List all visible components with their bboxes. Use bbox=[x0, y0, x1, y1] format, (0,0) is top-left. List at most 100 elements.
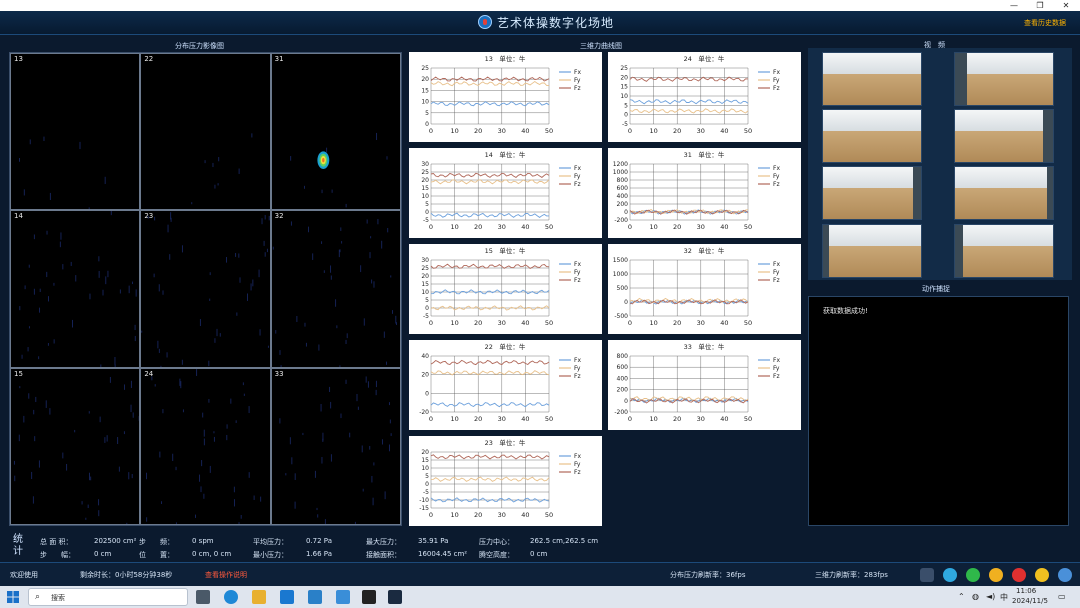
y-tick-label: 1500 bbox=[613, 257, 628, 264]
noise-speck bbox=[329, 401, 331, 409]
y-tick-label: 800 bbox=[617, 177, 629, 184]
noise-speck bbox=[274, 330, 276, 334]
play-icon[interactable] bbox=[966, 568, 980, 582]
noise-speck bbox=[389, 419, 391, 424]
video-thumbnail[interactable] bbox=[954, 109, 1054, 163]
status-bar: 欢迎使用 剩余时长：0小时58分钟38秒 查看操作说明 分布压力刷新率：36fp… bbox=[0, 562, 1080, 586]
noise-speck bbox=[126, 522, 128, 524]
legend-label: Fy bbox=[773, 173, 780, 180]
noise-speck bbox=[251, 133, 253, 138]
noise-speck bbox=[213, 430, 215, 433]
edge-icon[interactable] bbox=[224, 590, 238, 604]
noise-speck bbox=[290, 221, 292, 226]
volume-icon[interactable]: ◄) bbox=[986, 592, 995, 601]
video-thumbnail[interactable] bbox=[954, 52, 1054, 106]
pressure-center-label: 压力中心： bbox=[479, 538, 514, 546]
pressure-cell[interactable]: 33 bbox=[270, 367, 401, 525]
noise-speck bbox=[134, 325, 136, 331]
noise-speck bbox=[88, 472, 90, 480]
gymnastics-app-icon[interactable] bbox=[388, 590, 402, 604]
y-tick-label: 10 bbox=[421, 289, 429, 296]
noise-speck bbox=[294, 472, 296, 480]
video-thumbnail[interactable] bbox=[822, 224, 922, 278]
settings-icon[interactable] bbox=[1058, 568, 1072, 582]
noise-speck bbox=[29, 139, 31, 145]
pressure-cell[interactable]: 23 bbox=[140, 210, 271, 368]
x-tick-label: 0 bbox=[628, 415, 632, 423]
terminal-icon[interactable] bbox=[362, 590, 376, 604]
avg-pressure-value: 0.72 Pa bbox=[306, 537, 333, 545]
noise-speck bbox=[148, 216, 150, 219]
noise-speck bbox=[153, 273, 155, 278]
pressure-cell[interactable]: 14 bbox=[10, 210, 141, 368]
noise-speck bbox=[114, 364, 116, 367]
pressure-cell[interactable]: 32 bbox=[270, 210, 401, 368]
max-pressure-value: 35.91 Pa bbox=[418, 537, 449, 545]
video-thumbnail[interactable] bbox=[954, 166, 1054, 220]
store-icon[interactable] bbox=[280, 590, 294, 604]
task-view-icon[interactable] bbox=[196, 590, 210, 604]
pause-icon[interactable] bbox=[989, 568, 1003, 582]
mail-icon[interactable] bbox=[308, 590, 322, 604]
y-tick-label: 10 bbox=[620, 93, 628, 100]
series-line-fy bbox=[430, 80, 549, 87]
y-tick-label: 0 bbox=[425, 390, 429, 397]
close-button[interactable]: ✕ bbox=[1054, 0, 1078, 11]
stop-icon[interactable] bbox=[1012, 568, 1026, 582]
input-language[interactable]: 中 bbox=[1000, 592, 1008, 603]
noise-speck bbox=[247, 293, 249, 302]
noise-speck bbox=[325, 147, 327, 153]
pressure-cell[interactable]: 13 bbox=[10, 53, 141, 211]
video-thumbnail[interactable] bbox=[822, 166, 922, 220]
pressure-cell[interactable]: 15 bbox=[10, 367, 141, 525]
y-tick-label: 5 bbox=[425, 110, 429, 117]
grid-view-icon[interactable] bbox=[920, 568, 934, 582]
check-icon[interactable] bbox=[943, 568, 957, 582]
noise-speck bbox=[380, 241, 382, 249]
series-line-fy bbox=[430, 476, 550, 482]
info-icon[interactable] bbox=[1035, 568, 1049, 582]
noise-speck bbox=[28, 326, 30, 329]
noise-speck bbox=[375, 132, 377, 141]
video-thumbnail[interactable] bbox=[822, 52, 922, 106]
history-data-link[interactable]: 查看历史数据 bbox=[1024, 18, 1066, 28]
network-icon[interactable]: ◍ bbox=[972, 592, 979, 601]
pressure-cell[interactable]: 22 bbox=[140, 53, 271, 211]
chevron-up-icon[interactable]: ⌃ bbox=[958, 592, 965, 601]
y-tick-label: 10 bbox=[421, 99, 429, 106]
notification-icon[interactable]: ▭ bbox=[1058, 592, 1066, 601]
app-icon[interactable] bbox=[336, 590, 350, 604]
y-tick-label: 25 bbox=[421, 265, 429, 272]
y-tick-label: 20 bbox=[620, 74, 628, 81]
contact-area-label: 接触面积： bbox=[366, 551, 401, 559]
noise-speck bbox=[88, 410, 90, 414]
taskbar-search[interactable]: ⌕ 搜索 bbox=[28, 588, 188, 606]
x-tick-label: 40 bbox=[521, 223, 529, 231]
maximize-button[interactable]: ❐ bbox=[1028, 0, 1052, 11]
folder-icon[interactable] bbox=[252, 590, 266, 604]
pressure-cell[interactable]: 24 bbox=[140, 367, 271, 525]
legend-label: Fy bbox=[574, 461, 581, 468]
pressure-cell[interactable]: 31 bbox=[270, 53, 401, 211]
force-chart-svg: 23 单位：牛20151050-5-10-150 10 20 30 40 50FxFyFz bbox=[419, 438, 581, 519]
video-thumbnail[interactable] bbox=[954, 224, 1054, 278]
start-icon[interactable] bbox=[6, 590, 20, 604]
noise-speck bbox=[386, 156, 388, 160]
x-tick-label: 0 bbox=[628, 319, 632, 327]
position-label: 位 置： bbox=[139, 551, 174, 559]
noise-speck bbox=[370, 279, 372, 284]
video-thumbnail[interactable] bbox=[822, 109, 922, 163]
air-height-label: 腾空高度： bbox=[479, 551, 514, 559]
noise-speck bbox=[210, 272, 212, 276]
help-link[interactable]: 查看操作说明 bbox=[205, 570, 247, 580]
action-capture-panel: 获取数据成功! bbox=[808, 296, 1069, 526]
legend-label: Fx bbox=[574, 165, 581, 172]
series-line-fy bbox=[430, 179, 550, 185]
minimize-button[interactable]: — bbox=[1002, 0, 1026, 11]
noise-speck bbox=[87, 504, 89, 508]
noise-speck bbox=[386, 228, 388, 233]
legend-label: Fz bbox=[773, 277, 780, 284]
noise-speck bbox=[141, 330, 143, 334]
noise-speck bbox=[334, 299, 336, 308]
x-tick-label: 30 bbox=[498, 319, 506, 327]
